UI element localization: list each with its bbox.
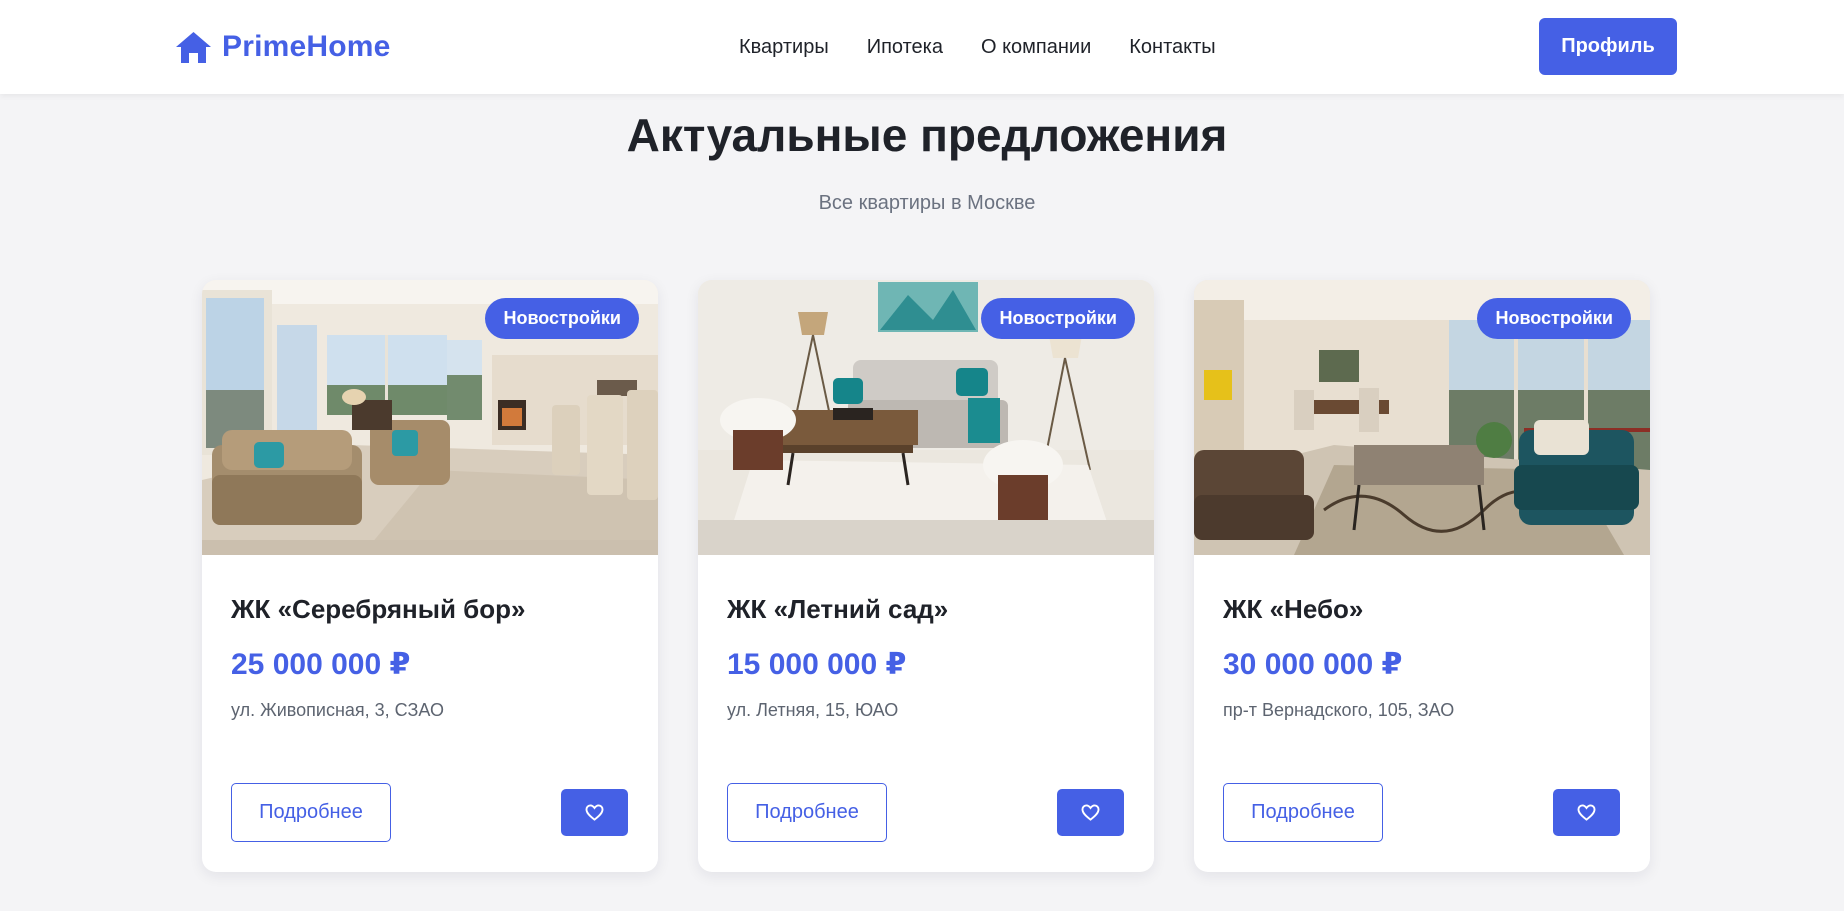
logo-text: PrimeHome — [222, 30, 391, 63]
heart-icon — [585, 804, 604, 821]
favorite-button[interactable] — [1553, 789, 1620, 836]
main-nav: Квартиры Ипотека О компании Контакты — [739, 32, 1216, 62]
logo[interactable]: PrimeHome — [175, 27, 391, 67]
listing-address: пр-т Вернадского, 105, ЗАО — [1223, 700, 1455, 720]
listing-address: ул. Живописная, 3, СЗАО — [231, 700, 444, 720]
category-badge: Новостройки — [981, 298, 1135, 339]
section-title: Актуальные предложения — [626, 109, 1228, 161]
category-badge: Новостройки — [485, 298, 639, 339]
listing-price: 15 000 000 ₽ — [727, 648, 907, 681]
nav-item-apartments[interactable]: Квартиры — [739, 32, 829, 62]
listing-cards: Новостройки ЖК «Серебряный бор» 25 000 0… — [202, 280, 1650, 872]
listing-title: ЖК «Летний сад» — [727, 594, 949, 624]
listing-photo[interactable]: Новостройки — [698, 280, 1154, 555]
heart-icon — [1577, 804, 1596, 821]
nav-item-mortgage[interactable]: Ипотека — [867, 32, 943, 62]
listing-photo[interactable]: Новостройки — [202, 280, 658, 555]
details-button[interactable]: Подробнее — [1223, 783, 1383, 842]
listing-photo[interactable]: Новостройки — [1194, 280, 1650, 555]
details-button[interactable]: Подробнее — [231, 783, 391, 842]
site-header: PrimeHome Квартиры Ипотека О компании Ко… — [0, 0, 1844, 94]
favorite-button[interactable] — [1057, 789, 1124, 836]
listing-title: ЖК «Серебряный бор» — [231, 594, 526, 624]
listing-price: 25 000 000 ₽ — [231, 648, 411, 681]
heart-icon — [1081, 804, 1100, 821]
listing-card: Новостройки ЖК «Серебряный бор» 25 000 0… — [202, 280, 658, 872]
listing-price: 30 000 000 ₽ — [1223, 648, 1403, 681]
listing-title: ЖК «Небо» — [1223, 594, 1364, 624]
details-button[interactable]: Подробнее — [727, 783, 887, 842]
category-badge: Новостройки — [1477, 298, 1631, 339]
section-subtitle: Все квартиры в Москве — [818, 192, 1036, 214]
profile-button[interactable]: Профиль — [1539, 18, 1677, 75]
listing-address: ул. Летняя, 15, ЮАО — [727, 700, 899, 720]
favorite-button[interactable] — [561, 789, 628, 836]
listing-card: Новостройки ЖК «Летний сад» 15 000 000 ₽… — [698, 280, 1154, 872]
nav-item-about[interactable]: О компании — [981, 32, 1091, 62]
house-icon — [175, 31, 212, 64]
nav-item-contacts[interactable]: Контакты — [1129, 32, 1215, 62]
listing-card: Новостройки ЖК «Небо» 30 000 000 ₽ пр-т … — [1194, 280, 1650, 872]
